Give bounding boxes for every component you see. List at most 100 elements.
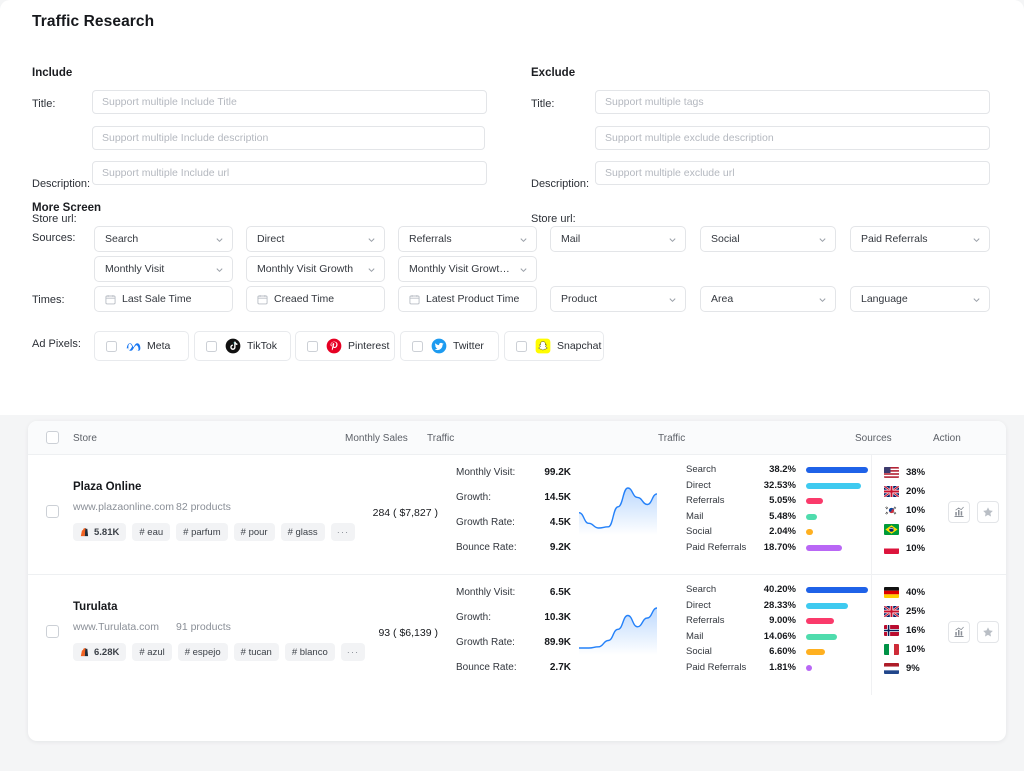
- store-tag[interactable]: # blanco: [284, 643, 335, 661]
- time-picker-latest-product-time[interactable]: Latest Product Time: [398, 286, 537, 312]
- source-select-social-value: Social: [711, 233, 740, 245]
- exclude-title-label: Title:: [531, 98, 555, 110]
- ad-pixel-checkbox-twitter[interactable]: [412, 340, 423, 352]
- ad-pixel-checkbox-meta[interactable]: [106, 340, 117, 352]
- chart-icon[interactable]: [948, 501, 970, 523]
- tag-count-value: 6.28K: [94, 646, 120, 658]
- country-sources: 38% 20% 10% 60% 10%: [884, 463, 954, 558]
- source-select-mail[interactable]: Mail: [550, 226, 686, 252]
- ad-pixel-pinterest[interactable]: Pinterest: [295, 331, 395, 361]
- times-label: Times:: [32, 294, 65, 306]
- source-label: Search: [686, 584, 717, 595]
- store-url[interactable]: www.Turulata.com: [73, 621, 159, 633]
- source-bar: [806, 513, 817, 520]
- time-picker-last-sale-time[interactable]: Last Sale Time: [94, 286, 233, 312]
- metric-row: Monthly Visit: 99.2K: [456, 467, 571, 487]
- time-picker-creaed-time[interactable]: Creaed Time: [246, 286, 385, 312]
- country-row: 60%: [884, 520, 954, 539]
- star-icon[interactable]: [977, 501, 999, 523]
- store-tag[interactable]: # tucan: [233, 643, 279, 661]
- ad-pixel-label: TikTok: [247, 340, 277, 352]
- filter-select-language[interactable]: Language: [850, 286, 990, 312]
- column-monthly-sales: Monthly Sales: [345, 433, 408, 444]
- column-divider: [871, 575, 872, 695]
- source-select-direct[interactable]: Direct: [246, 226, 385, 252]
- monthly-sales-value: 93 ( $6,139 ): [378, 627, 438, 639]
- flag-icon-netherlands: [884, 663, 899, 674]
- metric-select-monthly-visit[interactable]: Monthly Visit: [94, 256, 233, 282]
- chevron-down-icon: [367, 235, 376, 244]
- store-url[interactable]: www.plazaonline.com: [73, 501, 174, 513]
- exclude-description-input[interactable]: [595, 126, 990, 150]
- store-name[interactable]: Turulata: [73, 601, 118, 613]
- select-all-checkbox[interactable]: [46, 431, 59, 444]
- country-row: 10%: [884, 501, 954, 520]
- source-row: Search 38.2%: [686, 463, 868, 479]
- filter-select-product[interactable]: Product: [550, 286, 686, 312]
- tag-count-value: 5.81K: [94, 526, 120, 538]
- ad-pixel-meta[interactable]: Meta: [94, 331, 189, 361]
- source-row: Referrals 5.05%: [686, 494, 866, 510]
- filter-select-language-value: Language: [861, 293, 908, 305]
- source-select-search[interactable]: Search: [94, 226, 233, 252]
- country-value: 60%: [906, 524, 926, 535]
- store-tag[interactable]: # parfum: [176, 523, 228, 541]
- source-label: Paid Referrals: [686, 661, 747, 673]
- ad-pixel-twitter[interactable]: Twitter: [400, 331, 499, 361]
- source-select-social[interactable]: Social: [700, 226, 836, 252]
- source-bar: [806, 602, 848, 609]
- source-select-referrals[interactable]: Referrals: [398, 226, 537, 252]
- traffic-metrics: Monthly Visit: 99.2K Growth: 14.5K Growt…: [456, 467, 571, 567]
- store-tag[interactable]: # glass: [280, 523, 325, 541]
- metric-select-monthly-visit-growth-rate[interactable]: Monthly Visit Growth Rate: [398, 256, 537, 282]
- metric-select-monthly-visit-growth[interactable]: Monthly Visit Growth: [246, 256, 385, 282]
- include-description-label: Description:: [32, 178, 91, 190]
- row-checkbox[interactable]: [46, 625, 59, 638]
- ad-pixel-snapchat[interactable]: Snapchat: [504, 331, 604, 361]
- more-tags-button[interactable]: ···: [330, 523, 356, 541]
- chevron-down-icon: [668, 235, 677, 244]
- chevron-down-icon: [215, 235, 224, 244]
- calendar-icon: [257, 294, 268, 305]
- source-select-paid-referrals[interactable]: Paid Referrals: [850, 226, 990, 252]
- metric-label: Growth Rate:: [456, 517, 515, 528]
- source-value: 5.48%: [769, 510, 796, 522]
- ad-pixel-label: Meta: [147, 340, 171, 352]
- metric-value: 9.2K: [549, 542, 571, 553]
- more-tags-button[interactable]: ···: [340, 643, 366, 661]
- traffic-sparkline: [578, 605, 658, 657]
- traffic-research-page: Traffic Research Include Exclude Title: …: [0, 0, 1024, 771]
- store-tags: 6.28K # azul # espejo # tucan # blanco ···: [73, 643, 366, 661]
- ad-pixel-checkbox-tiktok[interactable]: [206, 340, 217, 352]
- store-tag[interactable]: # azul: [132, 643, 172, 661]
- source-bar: [806, 467, 868, 473]
- metric-value: 4.5K: [549, 517, 571, 528]
- store-name[interactable]: Plaza Online: [73, 481, 141, 493]
- include-title-input[interactable]: [92, 90, 487, 114]
- source-bar: [806, 544, 842, 551]
- include-description-input[interactable]: [92, 126, 485, 150]
- snapchat-icon: [535, 338, 557, 354]
- ad-pixel-checkbox-snapchat[interactable]: [516, 340, 527, 352]
- ad-pixel-checkbox-pinterest[interactable]: [307, 340, 318, 352]
- exclude-title-input[interactable]: [595, 90, 990, 114]
- store-tag[interactable]: # espejo: [177, 643, 228, 661]
- star-icon[interactable]: [977, 621, 999, 643]
- chart-icon[interactable]: [948, 621, 970, 643]
- country-row: 25%: [884, 602, 954, 621]
- store-tag[interactable]: # pour: [233, 523, 275, 541]
- exclude-heading: Exclude: [531, 67, 576, 79]
- country-row: 40%: [884, 583, 954, 602]
- exclude-storeurl-input[interactable]: [595, 161, 990, 185]
- ad-pixel-tiktok[interactable]: TikTok: [194, 331, 291, 361]
- country-value: 38%: [906, 467, 926, 478]
- include-storeurl-input[interactable]: [92, 161, 487, 185]
- source-row: Direct 28.33%: [686, 599, 866, 615]
- store-tag[interactable]: # eau: [132, 523, 171, 541]
- source-bar: [806, 649, 825, 655]
- filter-select-area[interactable]: Area: [700, 286, 836, 312]
- row-checkbox[interactable]: [46, 505, 59, 518]
- source-row: Paid Referrals 18.70%: [686, 541, 866, 557]
- flag-icon-italy: [884, 644, 899, 655]
- ad-pixel-label: Snapchat: [557, 340, 602, 352]
